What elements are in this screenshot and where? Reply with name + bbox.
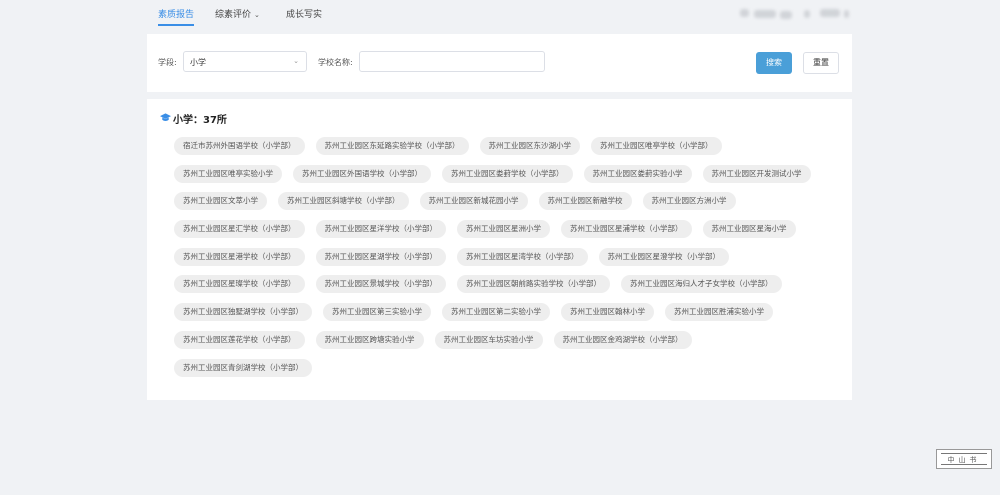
school-chip-list: 宿迁市苏州外国语学校（小学部） 苏州工业园区东延路实验学校（小学部） 苏州工业园区东… (174, 137, 834, 386)
school-chip[interactable]: 苏州工业园区星汇学校（小学部） (174, 220, 305, 239)
school-chip[interactable]: 苏州工业园区青剑湖学校（小学部） (174, 358, 312, 377)
school-chip[interactable]: 苏州工业园区东沙湖小学 (479, 137, 580, 155)
school-chip[interactable]: 苏州工业园区星洋学校（小学部） (315, 220, 446, 239)
school-chip[interactable]: 苏州工业园区新城花园小学 (419, 192, 528, 211)
watermark-text: 中山书 (941, 453, 987, 465)
school-chip[interactable]: 苏州工业园区星璨学校（小学部） (174, 275, 305, 294)
school-chip[interactable]: 苏州工业园区星湾学校（小学部） (457, 247, 588, 266)
school-chip[interactable]: 苏州工业园区外国语学校（小学部） (293, 164, 431, 183)
school-chip[interactable]: 宿迁市苏州外国语学校（小学部） (174, 137, 305, 155)
school-chip[interactable]: 苏州工业园区第三实验小学 (323, 303, 431, 322)
school-chip[interactable]: 苏州工业园区星浦学校（小学部） (561, 220, 692, 239)
graduation-cap-icon (160, 113, 171, 121)
reset-button[interactable]: 重置 (803, 52, 839, 74)
blurred-text (740, 9, 749, 17)
blurred-text (844, 10, 849, 18)
school-chip[interactable]: 苏州工业园区娄葑学校（小学部） (442, 164, 573, 183)
school-chip[interactable]: 苏州工业园区星港学校（小学部） (174, 247, 305, 266)
school-chip[interactable]: 苏州工业园区莲花学校（小学部） (174, 330, 305, 349)
school-chip[interactable]: 苏州工业园区唯亭学校（小学部） (591, 137, 722, 155)
tab-label: 成长写实 (286, 10, 323, 20)
school-chip[interactable]: 苏州工业园区海归人才子女学校（小学部） (621, 275, 782, 294)
chevron-down-icon: ⌄ (254, 11, 260, 19)
filter-panel: 学段: 小学 ⌄ 学校名称: 搜索 重置 (147, 34, 852, 92)
stage-select[interactable]: 小学 ⌄ (183, 51, 307, 72)
blurred-text (754, 10, 776, 18)
user-info-blurred[interactable] (740, 8, 850, 20)
school-chip[interactable]: 苏州工业园区星湖学校（小学部） (315, 247, 446, 266)
school-chip[interactable]: 苏州工业园区第二实验小学 (442, 303, 550, 322)
school-chip[interactable]: 苏州工业园区星海小学 (702, 220, 796, 239)
school-chip[interactable]: 苏州工业园区斜塘学校（小学部） (278, 192, 409, 211)
school-chip[interactable]: 苏州工业园区新融学校 (538, 192, 632, 211)
school-name-label: 学校名称: (318, 58, 353, 67)
search-button[interactable]: 搜索 (756, 52, 792, 74)
school-chip[interactable]: 苏州工业园区金鸡湖学校（小学部） (553, 330, 692, 349)
school-chip[interactable]: 苏州工业园区星澄学校（小学部） (598, 247, 729, 266)
tab-quality-report[interactable]: 素质报告 (158, 7, 195, 26)
tab-comprehensive-evaluation[interactable]: 综素评价 ⌄ (215, 7, 260, 26)
chevron-down-icon: ⌄ (293, 57, 299, 65)
school-chip[interactable]: 苏州工业园区胜浦实验小学 (665, 303, 773, 322)
school-chip[interactable]: 苏州工业园区星洲小学 (457, 220, 550, 239)
tab-label: 综素评价 (215, 10, 252, 20)
results-panel: 小学：37所 宿迁市苏州外国语学校（小学部） 苏州工业园区东延路实验学校（小学部）… (147, 99, 852, 400)
blurred-text (780, 11, 792, 19)
tab-growth-record[interactable]: 成长写实 (286, 7, 322, 26)
school-chip[interactable]: 苏州工业园区唯亭实验小学 (174, 164, 282, 183)
top-nav: 素质报告 综素评价 ⌄ 成长写实 (0, 0, 1000, 26)
school-chip[interactable]: 苏州工业园区景城学校（小学部） (315, 275, 446, 294)
blurred-text (804, 10, 810, 18)
school-name-input[interactable] (359, 51, 545, 72)
school-chip[interactable]: 苏州工业园区方洲小学 (642, 192, 736, 211)
school-chip[interactable]: 苏州工业园区开发测试小学 (702, 164, 811, 183)
school-chip[interactable]: 苏州工业园区独墅湖学校（小学部） (174, 303, 312, 322)
school-chip[interactable]: 苏州工业园区跨塘实验小学 (315, 330, 424, 349)
watermark-seal: 中山书 (936, 449, 992, 469)
blurred-text (820, 9, 840, 17)
stage-select-value: 小学 (190, 58, 206, 67)
school-chip[interactable]: 苏州工业园区东延路实验学校（小学部） (315, 137, 469, 155)
section-title: 小学：37所 (173, 115, 227, 126)
school-chip[interactable]: 苏州工业园区文萃小学 (174, 192, 267, 211)
stage-label: 学段: (158, 58, 177, 67)
school-chip[interactable]: 苏州工业园区朝前路实验学校（小学部） (457, 275, 610, 294)
tab-label: 素质报告 (158, 10, 195, 20)
school-chip[interactable]: 苏州工业园区翰林小学 (561, 303, 654, 322)
school-chip[interactable]: 苏州工业园区娄葑实验小学 (583, 164, 692, 183)
school-chip[interactable]: 苏州工业园区车坊实验小学 (434, 330, 543, 349)
